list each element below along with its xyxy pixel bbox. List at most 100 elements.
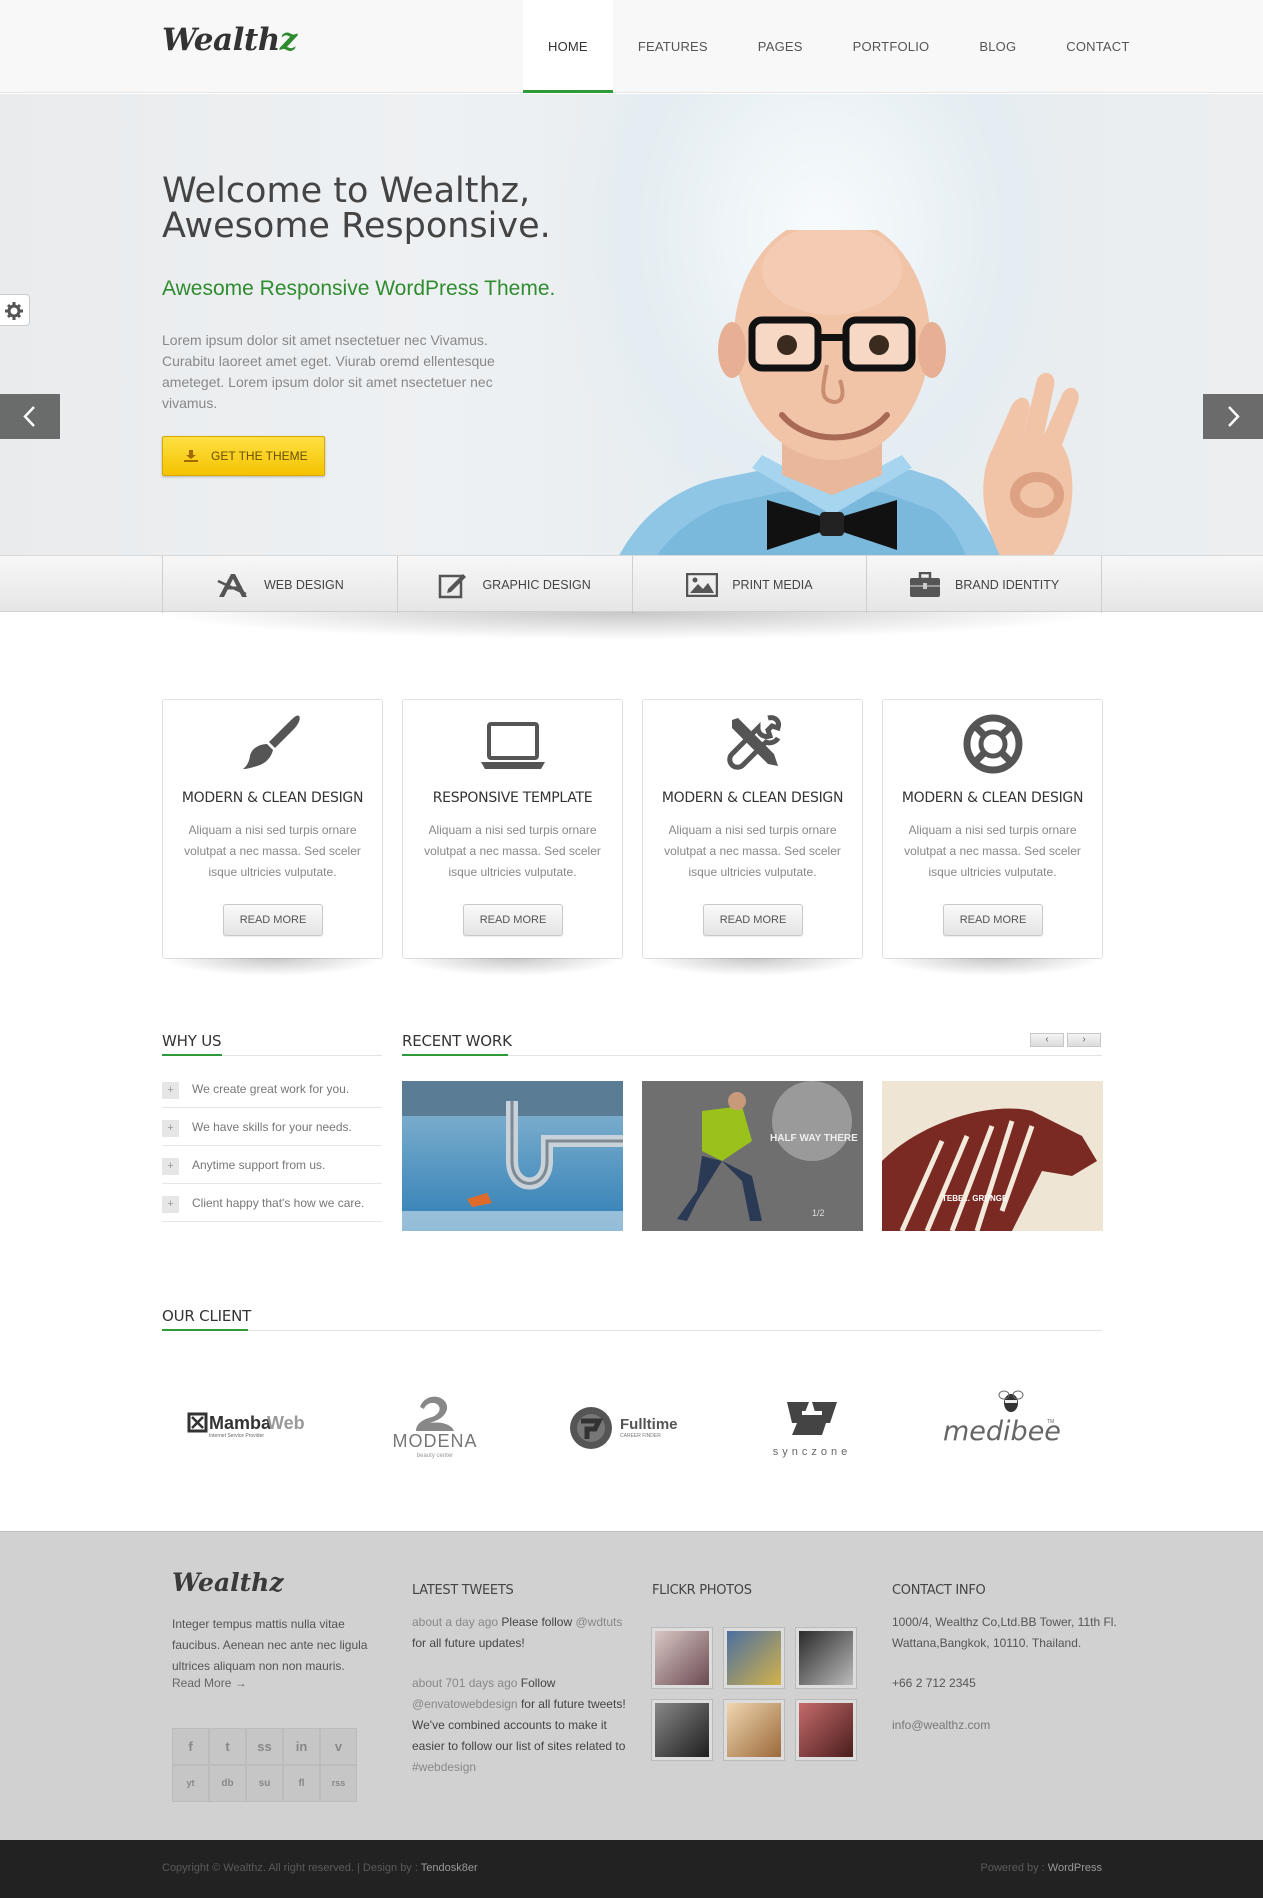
contact-email-link[interactable]: info@wealthz.com bbox=[892, 1715, 1122, 1736]
service-brand-identity[interactable]: BRAND IDENTITY bbox=[867, 556, 1102, 613]
site-logo[interactable]: Wealthz bbox=[162, 22, 297, 58]
nav-features[interactable]: FEATURES bbox=[613, 0, 733, 93]
feature-text: Aliquam a nisi sed turpis ornare volutpa… bbox=[664, 823, 841, 879]
client-logo-mambaweb[interactable]: Mamba Web Internet Service Provider bbox=[182, 1385, 322, 1460]
nav-contact[interactable]: CONTACT bbox=[1041, 0, 1154, 93]
tweets-heading: LATEST TWEETS bbox=[412, 1583, 514, 1598]
tweet-text: Follow bbox=[520, 1676, 556, 1690]
platform-link[interactable]: WordPress bbox=[1048, 1862, 1102, 1874]
briefcase-icon bbox=[910, 571, 941, 597]
myspace-icon[interactable]: ss bbox=[246, 1728, 283, 1765]
services-bar: WEB DESIGN GRAPHIC DESIGN PRINT MEDIA BR… bbox=[0, 555, 1263, 613]
dribbble-icon[interactable]: db bbox=[209, 1765, 246, 1802]
slider-prev-button[interactable] bbox=[0, 394, 60, 439]
services-bar-shadow bbox=[150, 612, 1110, 640]
recent-work-next-button[interactable]: › bbox=[1067, 1033, 1101, 1047]
feature-card-shadow bbox=[402, 958, 623, 976]
tweet-item: about a day ago Please follow @wdtuts fo… bbox=[412, 1612, 637, 1654]
feature-title: MODERN & CLEAN DESIGN bbox=[181, 790, 364, 806]
client-trademark: TM bbox=[1047, 1419, 1054, 1425]
feature-card-shadow bbox=[642, 958, 863, 976]
contact-heading: CONTACT INFO bbox=[892, 1583, 986, 1598]
client-logo-modena[interactable]: MODENA beauty center bbox=[380, 1385, 490, 1460]
service-print-media[interactable]: PRINT MEDIA bbox=[633, 556, 868, 613]
plus-icon: + bbox=[162, 1158, 179, 1175]
flickr-photo[interactable] bbox=[724, 1700, 784, 1760]
service-label: BRAND IDENTITY bbox=[955, 577, 1060, 592]
recent-work-heading: RECENT WORK bbox=[402, 1032, 512, 1050]
pen-edit-icon bbox=[439, 573, 467, 598]
portfolio-thumb[interactable]: HALF WAY THERE 1/2 bbox=[642, 1081, 863, 1231]
get-theme-label: GET THE THEME bbox=[211, 449, 308, 463]
read-more-button[interactable]: READ MORE bbox=[943, 904, 1043, 936]
list-item-text: We create great work for you. bbox=[192, 1082, 350, 1096]
thumb-caption: HALF WAY THERE bbox=[770, 1133, 858, 1144]
tweet-handle-link[interactable]: @wdtuts bbox=[575, 1615, 622, 1629]
feature-card-shadow bbox=[162, 958, 383, 976]
site-header: Wealthz HOME FEATURES PAGES PORTFOLIO BL… bbox=[0, 0, 1263, 93]
list-item: + Anytime support from us. bbox=[162, 1146, 382, 1184]
download-icon bbox=[184, 450, 198, 462]
designer-link[interactable]: Tendosk8er bbox=[421, 1862, 478, 1874]
nav-home[interactable]: HOME bbox=[523, 0, 613, 93]
nav-pages[interactable]: PAGES bbox=[733, 0, 828, 93]
tweet-time: about a day ago bbox=[412, 1615, 499, 1629]
portfolio-thumb[interactable]: TEBE... GRUNGE bbox=[882, 1081, 1103, 1231]
service-graphic-design[interactable]: GRAPHIC DESIGN bbox=[398, 556, 633, 613]
flickr-photo[interactable] bbox=[724, 1628, 784, 1688]
contact-phone: +66 2 712 2345 bbox=[892, 1676, 976, 1690]
lifebuoy-icon bbox=[963, 714, 1022, 774]
flickr-photo[interactable] bbox=[796, 1700, 856, 1760]
nav-portfolio[interactable]: PORTFOLIO bbox=[828, 0, 955, 93]
vimeo-icon[interactable]: v bbox=[320, 1728, 357, 1765]
hero-title-line-2: Awesome Responsive. bbox=[162, 206, 551, 246]
service-label: GRAPHIC DESIGN bbox=[482, 577, 591, 592]
stumbleupon-icon[interactable]: su bbox=[246, 1765, 283, 1802]
image-icon bbox=[686, 572, 719, 597]
linkedin-icon[interactable]: in bbox=[283, 1728, 320, 1765]
client-logo-text: Mamba bbox=[209, 1413, 272, 1433]
rss-icon[interactable]: rss bbox=[320, 1765, 357, 1802]
tweet-hashtag-link[interactable]: #webdesign bbox=[412, 1760, 476, 1774]
contact-address: 1000/4, Wealthz Co,Ltd.BB Tower, 11th Fl… bbox=[892, 1615, 1117, 1650]
service-label: WEB DESIGN bbox=[263, 577, 344, 592]
client-logo-medibee[interactable]: medibee TM bbox=[940, 1385, 1061, 1460]
thumb-caption: TEBE... GRUNGE bbox=[942, 1194, 1008, 1203]
client-logo-text-accent: Web bbox=[267, 1413, 305, 1433]
youtube-icon[interactable]: yt bbox=[172, 1765, 209, 1802]
client-tagline: Internet Service Provider bbox=[209, 1433, 264, 1439]
flickr-photo[interactable] bbox=[796, 1628, 856, 1688]
client-logo-synczone[interactable]: synczone bbox=[752, 1385, 872, 1460]
get-theme-button[interactable]: GET THE THEME bbox=[162, 436, 325, 476]
flickr-photo[interactable] bbox=[652, 1628, 712, 1688]
read-more-button[interactable]: READ MORE bbox=[703, 904, 803, 936]
feature-card: MODERN & CLEAN DESIGN Aliquam a nisi sed… bbox=[882, 699, 1103, 959]
tools-icon bbox=[726, 715, 781, 770]
settings-panel-toggle[interactable] bbox=[0, 294, 30, 326]
flickr-photo[interactable] bbox=[652, 1700, 712, 1760]
client-logo-fulltime[interactable]: Fulltime CAREER FINDER bbox=[565, 1385, 685, 1460]
flickr-icon[interactable]: fl bbox=[283, 1765, 320, 1802]
hero-slider: Welcome to Wealthz, Awesome Responsive. A… bbox=[0, 94, 1263, 555]
list-item-text: We have skills for your needs. bbox=[192, 1120, 352, 1134]
twitter-icon[interactable]: t bbox=[209, 1728, 246, 1765]
service-web-design[interactable]: WEB DESIGN bbox=[163, 556, 398, 613]
recent-work-prev-button[interactable]: ‹ bbox=[1030, 1033, 1064, 1047]
client-logo-text: Fulltime bbox=[620, 1416, 678, 1433]
footer-read-more-link[interactable]: Read More → bbox=[172, 1676, 247, 1690]
facebook-icon[interactable]: f bbox=[172, 1728, 209, 1765]
tweet-text: Please follow bbox=[501, 1615, 573, 1629]
paintbrush-icon bbox=[242, 715, 300, 769]
portfolio-thumb[interactable] bbox=[402, 1081, 623, 1231]
recent-work-accent bbox=[402, 1054, 508, 1056]
tweet-handle-link[interactable]: @envatowebdesign bbox=[412, 1697, 518, 1711]
hero-subtitle: Awesome Responsive WordPress Theme. bbox=[162, 277, 556, 300]
read-more-button[interactable]: READ MORE bbox=[463, 904, 563, 936]
nav-blog[interactable]: BLOG bbox=[954, 0, 1041, 93]
slider-next-button[interactable] bbox=[1203, 394, 1263, 439]
read-more-button[interactable]: READ MORE bbox=[223, 904, 323, 936]
powered-by: Powered by : WordPress bbox=[981, 1862, 1102, 1874]
footer-logo[interactable]: Wealthz bbox=[172, 1568, 284, 1597]
bottom-bar: Copyright © Wealthz. All right reserved.… bbox=[0, 1840, 1263, 1898]
main-nav: HOME FEATURES PAGES PORTFOLIO BLOG CONTA… bbox=[523, 0, 1155, 93]
